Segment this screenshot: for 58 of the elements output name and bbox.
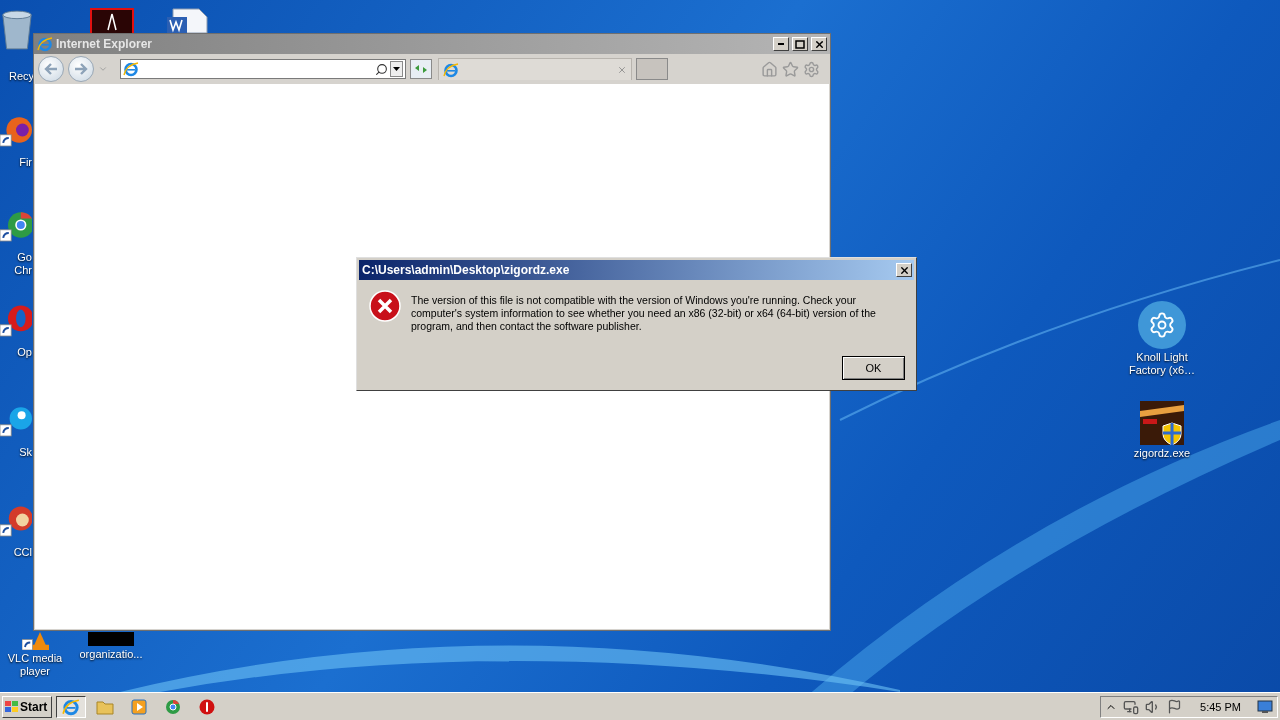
start-button[interactable]: Start [2, 695, 53, 718]
show-desktop-icon[interactable] [1257, 699, 1273, 714]
close-button[interactable] [896, 263, 912, 277]
arrows-icon [415, 65, 427, 73]
maximize-button[interactable] [792, 37, 808, 51]
search-icon[interactable] [375, 62, 388, 76]
error-icon [369, 290, 401, 322]
forward-button[interactable] [68, 56, 94, 82]
recycle-bin-icon [0, 8, 34, 52]
icon-label: zigordz.exe [1132, 447, 1192, 460]
ok-button[interactable]: OK [842, 356, 905, 380]
window-title: Internet Explorer [56, 37, 154, 51]
ie-logo-icon [37, 36, 53, 52]
icon-label: Knoll Light Factory (x6… [1128, 351, 1196, 377]
network-icon[interactable] [1123, 698, 1140, 715]
chrome-icon [165, 698, 182, 715]
close-icon [813, 38, 825, 50]
ie-logo-icon [123, 61, 139, 77]
minimize-icon [778, 43, 784, 45]
stop-icon [199, 698, 216, 715]
dropdown-button[interactable] [390, 61, 403, 77]
word-document-icon [165, 8, 209, 33]
media-player-icon [131, 698, 148, 715]
home-icon[interactable] [761, 60, 778, 78]
icon-label: Recy [7, 70, 34, 83]
app-icon [1140, 401, 1184, 445]
ie-logo-icon [62, 697, 81, 716]
back-button[interactable] [38, 56, 64, 82]
forward-arrow-icon [74, 63, 88, 75]
icon-label: Op [16, 346, 32, 359]
vlc-cone-icon [21, 632, 49, 650]
icon-label: Go Chr [13, 251, 32, 277]
taskbar-app-button[interactable] [56, 695, 87, 718]
icon-label: VLC media player [6, 652, 64, 678]
favorites-star-icon[interactable] [782, 60, 799, 78]
close-tab-icon[interactable] [617, 64, 627, 75]
dialog-title: C:\Users\admin\Desktop\zigordz.exe [362, 263, 571, 277]
minimize-button[interactable] [773, 37, 789, 51]
new-tab-button[interactable] [636, 58, 668, 80]
close-button[interactable] [811, 37, 827, 51]
clock[interactable]: 5:45 PM [1200, 700, 1241, 713]
windows-logo-icon [5, 701, 18, 712]
back-arrow-icon [44, 63, 58, 75]
document-icon [90, 8, 134, 33]
icon-label: Fir [18, 156, 32, 169]
icon-label: organizatio... [78, 648, 144, 661]
error-message: The version of this file is not compatible with the version of Windows you're running. Check your computer's system information to see whether you need an x86 (32-bit) or x64 (64-bit) version of the program, and then contact the software publisher. [411, 294, 877, 334]
close-icon [898, 264, 910, 276]
compatibility-view-button[interactable] [410, 59, 432, 79]
settings-icon[interactable] [803, 60, 820, 78]
action-center-flag-icon[interactable] [1167, 699, 1183, 714]
maximize-icon [795, 39, 805, 49]
icon-label: CCl [12, 546, 32, 559]
folder-icon [96, 698, 115, 715]
caret-icon [393, 67, 400, 71]
icon-label: Sk [18, 446, 32, 459]
ie-logo-icon [443, 61, 459, 78]
address-field[interactable] [120, 59, 406, 79]
